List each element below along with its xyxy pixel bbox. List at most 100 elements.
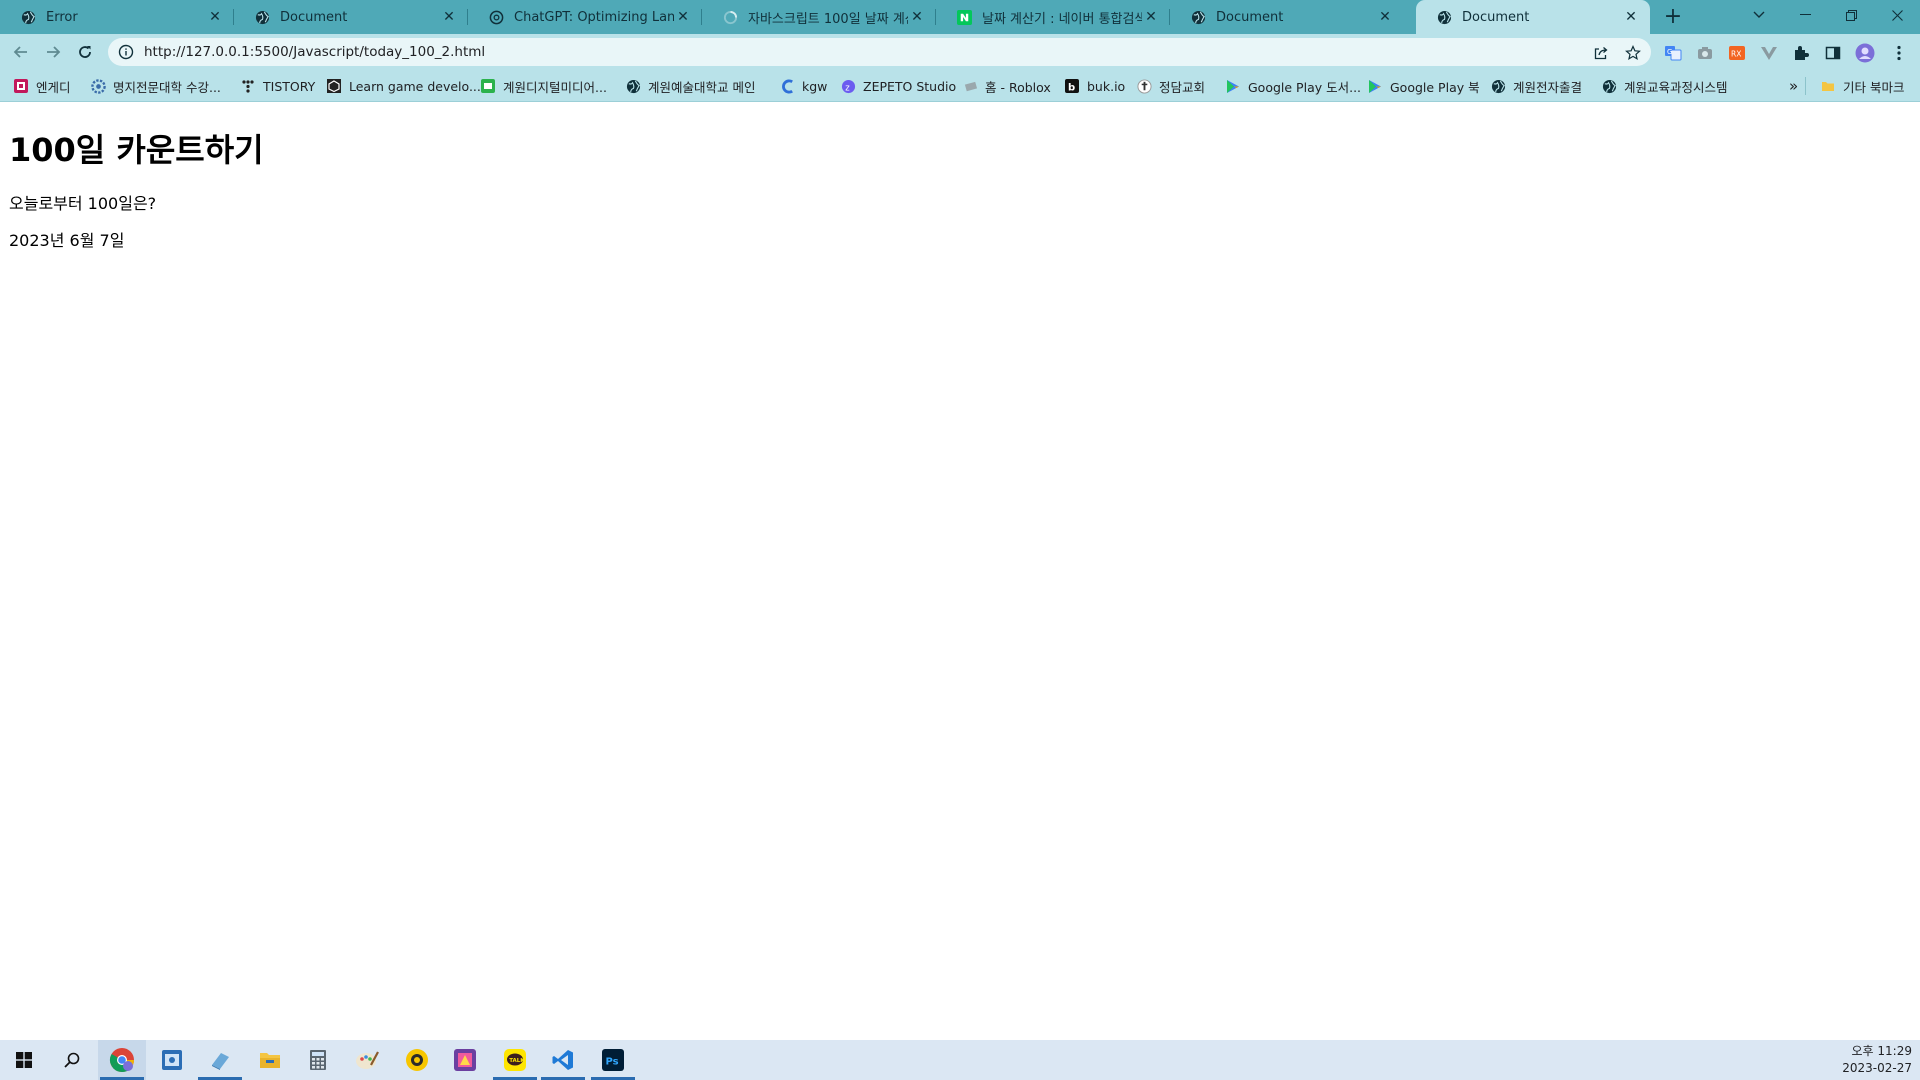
tab-naver[interactable]: 날짜 계산기 : 네이버 통합검색 ✕: [936, 0, 1170, 34]
globe-icon: [20, 9, 36, 25]
camera-extension-icon[interactable]: [1695, 43, 1715, 63]
bookmark-label: 엔게디: [36, 79, 71, 95]
close-window-button[interactable]: [1874, 0, 1920, 30]
game-icon[interactable]: [441, 1040, 489, 1080]
tab-chatgpt[interactable]: ChatGPT: Optimizing Language ✕: [468, 0, 702, 34]
vscode-icon[interactable]: [539, 1040, 587, 1080]
bookmark-item[interactable]: 계원교육과정시스템: [1601, 77, 1728, 95]
result-date: 2023년 6월 7일: [9, 231, 125, 250]
bookmark-item[interactable]: 계원예술대학교 메인: [625, 77, 755, 95]
address-bar[interactable]: http://127.0.0.1:5500/Javascript/today_1…: [108, 38, 1651, 66]
bookmark-item[interactable]: b buk.io: [1064, 77, 1125, 95]
vuejs-extension-icon[interactable]: [1759, 43, 1779, 63]
church-icon: [1136, 78, 1152, 94]
windows-start-icon[interactable]: [0, 1040, 48, 1080]
page-heading: 100일 카운트하기: [9, 131, 264, 169]
globe-icon: [1601, 78, 1617, 94]
tab-title: 자바스크립트 100일 날짜 계산: [748, 11, 908, 27]
tab-error[interactable]: Error ✕: [0, 0, 234, 34]
tab-title: Document: [280, 9, 348, 25]
tab-title: Document: [1216, 9, 1284, 25]
side-panel-icon[interactable]: [1823, 43, 1843, 63]
globe-icon: [254, 9, 270, 25]
tab-search-chevron-icon[interactable]: [1736, 0, 1782, 30]
close-icon[interactable]: ✕: [1622, 8, 1640, 26]
bookmark-item[interactable]: z ZEPETO Studio: [840, 77, 956, 95]
bookmark-item[interactable]: 계원디지털미디어...: [480, 77, 607, 95]
calculator-icon[interactable]: [294, 1040, 342, 1080]
back-button[interactable]: [8, 39, 34, 65]
bookmark-item[interactable]: 정담교회: [1136, 77, 1205, 95]
roblox-icon: [962, 78, 978, 94]
share-icon[interactable]: [1591, 43, 1611, 63]
bukio-icon: b: [1064, 78, 1080, 94]
rx-extension-icon[interactable]: RX: [1727, 43, 1747, 63]
chrome-icon[interactable]: [98, 1040, 146, 1080]
bookmark-label: 정담교회: [1159, 79, 1206, 95]
app-icon[interactable]: [148, 1040, 196, 1080]
clock-date: 2023-02-27: [1842, 1061, 1912, 1075]
bookmark-label: ZEPETO Studio: [863, 78, 957, 94]
bookmark-label: 명지전문대학 수강...: [113, 79, 221, 95]
tab-document-1[interactable]: Document ✕: [234, 0, 468, 34]
info-icon[interactable]: [118, 44, 134, 60]
profile-avatar[interactable]: [1855, 43, 1875, 63]
globe-icon: [625, 78, 641, 94]
reload-button[interactable]: [72, 39, 98, 65]
bookmarks-overflow-button[interactable]: »: [1789, 77, 1798, 95]
naver-icon: [956, 9, 972, 25]
bookmark-item[interactable]: Google Play 북: [1367, 77, 1480, 95]
star-icon[interactable]: [1623, 43, 1643, 63]
globe-icon: [1436, 9, 1452, 25]
photoshop-icon[interactable]: Ps: [589, 1040, 637, 1080]
bookmarks-bar: 엔게디 명지전문대학 수강... TISTORY Learn game deve…: [0, 70, 1920, 102]
globe-icon: [1190, 9, 1206, 25]
close-icon[interactable]: ✕: [1142, 8, 1160, 26]
new-tab-button[interactable]: +: [1661, 5, 1685, 29]
close-icon[interactable]: ✕: [908, 8, 926, 26]
close-icon[interactable]: ✕: [1376, 8, 1394, 26]
tab-document-active[interactable]: Document ✕: [1416, 0, 1650, 34]
svg-text:G: G: [1667, 48, 1672, 56]
translate-extension-icon[interactable]: G: [1663, 43, 1683, 63]
bookmark-label: 계원전자출결: [1513, 79, 1583, 95]
close-icon[interactable]: ✕: [440, 8, 458, 26]
url-text[interactable]: http://127.0.0.1:5500/Javascript/today_1…: [144, 44, 485, 60]
bookmark-item[interactable]: TISTORY: [240, 77, 315, 95]
search-icon[interactable]: [48, 1040, 96, 1080]
kakao-pink-icon[interactable]: [393, 1040, 441, 1080]
gear-flower-icon: [90, 78, 106, 94]
kakaotalk-icon[interactable]: TALK: [491, 1040, 539, 1080]
bookmark-item[interactable]: 명지전문대학 수강...: [90, 77, 221, 95]
extensions-puzzle-icon[interactable]: [1791, 43, 1811, 63]
kgw-icon: [779, 78, 795, 94]
svg-text:Ps: Ps: [606, 1057, 619, 1068]
restore-button[interactable]: [1828, 0, 1874, 30]
bookmark-label: kgw: [802, 78, 828, 94]
tab-javascript-100[interactable]: 자바스크립트 100일 날짜 계산 ✕: [702, 0, 936, 34]
close-icon[interactable]: ✕: [206, 8, 224, 26]
bookmark-item[interactable]: 계원전자출결: [1490, 77, 1582, 95]
bookmark-item[interactable]: 홈 - Roblox: [962, 77, 1051, 95]
minimize-button[interactable]: [1782, 0, 1828, 30]
chatgpt-icon: [488, 9, 504, 25]
forward-button[interactable]: [40, 39, 66, 65]
bookmark-item[interactable]: Google Play 도서...: [1225, 77, 1361, 95]
svg-text:RX: RX: [1731, 50, 1741, 59]
system-clock[interactable]: 오후 11:29 2023-02-27: [1842, 1043, 1912, 1077]
paint-icon[interactable]: [343, 1040, 391, 1080]
loading-icon: [722, 9, 738, 25]
other-bookmarks-folder[interactable]: 기타 북마크: [1820, 77, 1904, 95]
tab-strip: Error ✕ Document ✕ ChatGPT: Optimizing L…: [0, 0, 1920, 34]
notepad-icon[interactable]: [196, 1040, 244, 1080]
bookmark-item[interactable]: 엔게디: [13, 77, 71, 95]
file-explorer-icon[interactable]: [246, 1040, 294, 1080]
bookmark-item[interactable]: Learn game develo...: [326, 77, 481, 95]
bookmark-label: Learn game develo...: [349, 78, 481, 94]
close-icon[interactable]: ✕: [674, 8, 692, 26]
tab-document-2[interactable]: Document ✕: [1170, 0, 1404, 34]
menu-kebab-icon[interactable]: [1889, 43, 1909, 63]
tab-title: ChatGPT: Optimizing Language: [514, 9, 674, 25]
clock-time: 오후 11:29: [1851, 1044, 1912, 1058]
bookmark-item[interactable]: kgw: [779, 77, 827, 95]
